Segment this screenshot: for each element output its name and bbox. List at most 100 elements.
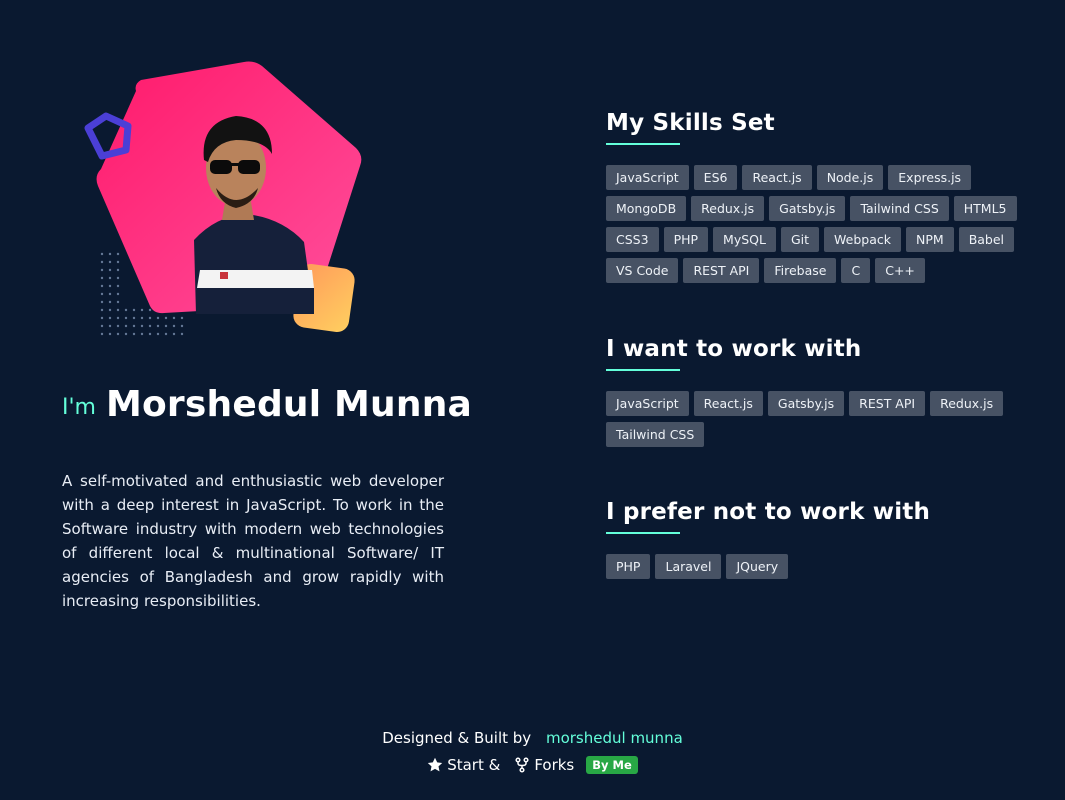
dot-mark	[100, 276, 104, 280]
dot-mark	[148, 316, 152, 320]
dot-mark	[100, 268, 104, 272]
dot-mark	[116, 308, 120, 312]
dot-mark	[116, 268, 120, 272]
dot-mark	[156, 324, 160, 328]
dot-mark	[172, 316, 176, 320]
dot-mark	[116, 284, 120, 288]
skill-tag: REST API	[849, 391, 926, 416]
skill-tag: MongoDB	[606, 196, 687, 221]
dot-mark	[124, 324, 128, 328]
dot-mark	[108, 252, 112, 256]
dot-mark	[116, 332, 120, 336]
dot-mark	[132, 308, 136, 312]
dot-mark	[116, 324, 120, 328]
title-underline	[606, 143, 680, 145]
dot-mark	[148, 332, 152, 336]
dot-mark	[108, 284, 112, 288]
dot-mark	[100, 332, 104, 336]
dot-mark	[116, 252, 120, 256]
dot-mark	[172, 324, 176, 328]
dot-mark	[132, 324, 136, 328]
skill-tag: JavaScript	[606, 391, 689, 416]
author-link[interactable]: morshedul munna	[546, 729, 683, 747]
dot-mark	[124, 316, 128, 320]
dot-mark	[132, 332, 136, 336]
skill-tag: Node.js	[816, 165, 884, 190]
dot-mark	[124, 308, 128, 312]
want-tag-list: JavaScript React.js Gatsby.js REST API Redux…	[606, 391, 1026, 447]
skill-tag: ES6	[693, 165, 738, 190]
dot-mark	[140, 332, 144, 336]
dot-mark	[108, 268, 112, 272]
star-icon	[427, 757, 443, 773]
dot-mark	[148, 308, 152, 312]
skill-tag: PHP	[663, 227, 709, 252]
skill-tag: PHP	[606, 554, 651, 579]
dot-mark	[108, 276, 112, 280]
dot-mark	[108, 300, 112, 304]
dot-mark	[180, 332, 184, 336]
credit-prefix: Designed & Built by	[382, 729, 532, 747]
skill-tag: JQuery	[726, 554, 789, 579]
skill-tag: C++	[875, 258, 925, 283]
star-label[interactable]: Start &	[447, 754, 500, 776]
want-to-work-section: I want to work with JavaScript React.js Ga…	[606, 334, 1026, 447]
dot-mark	[116, 300, 120, 304]
skill-tag: CSS3	[606, 227, 659, 252]
skill-tag: Webpack	[824, 227, 901, 252]
greeting-text: I'm	[62, 395, 96, 420]
prefer-not-section: I prefer not to work with PHP Laravel JQue…	[606, 497, 1026, 579]
skill-tag: JavaScript	[606, 165, 689, 190]
skill-tag: HTML5	[953, 196, 1017, 221]
footer-credit: Designed & Built by morshedul munna	[0, 727, 1065, 749]
dot-mark	[116, 276, 120, 280]
skills-tag-list: JavaScript ES6 React.js Node.js Express.js Mo…	[606, 165, 1026, 283]
skill-tag: Redux.js	[930, 391, 1004, 416]
skill-tag: Laravel	[655, 554, 722, 579]
skill-tag: REST API	[683, 258, 760, 283]
dot-mark	[100, 252, 104, 256]
hero-bio: A self-motivated and enthusiastic web de…	[62, 472, 444, 610]
dot-mark	[116, 316, 120, 320]
dot-mark	[156, 316, 160, 320]
skill-tag: NPM	[906, 227, 954, 252]
fork-icon	[514, 757, 530, 773]
dot-mark	[156, 332, 160, 336]
skill-tag: Tailwind CSS	[606, 422, 705, 447]
skill-tag: Gatsby.js	[769, 196, 846, 221]
dot-mark	[100, 260, 104, 264]
dot-mark	[180, 324, 184, 328]
skill-tag: React.js	[693, 391, 763, 416]
dot-mark	[140, 308, 144, 312]
dot-mark	[140, 324, 144, 328]
skill-tag: Express.js	[888, 165, 972, 190]
dot-mark	[100, 292, 104, 296]
dot-mark	[164, 332, 168, 336]
hero-heading: I'm Morshedul Munna	[62, 384, 472, 425]
section-title: I prefer not to work with	[606, 499, 931, 525]
skill-tag: C	[841, 258, 871, 283]
dot-mark	[108, 324, 112, 328]
dot-mark	[124, 332, 128, 336]
skill-tag: VS Code	[606, 258, 679, 283]
skill-tag: Redux.js	[691, 196, 765, 221]
footer: Designed & Built by morshedul munna Star…	[0, 727, 1065, 776]
dot-mark	[108, 292, 112, 296]
skill-tag: React.js	[742, 165, 812, 190]
dot-mark	[140, 316, 144, 320]
dot-mark	[100, 284, 104, 288]
dot-mark	[132, 316, 136, 320]
dot-mark	[164, 316, 168, 320]
dot-mark	[100, 316, 104, 320]
title-underline	[606, 532, 680, 534]
github-stats: Start & Forks By Me	[0, 754, 1065, 776]
forks-label[interactable]: Forks	[534, 754, 574, 776]
dot-mark	[116, 292, 120, 296]
by-me-badge: By Me	[586, 756, 638, 774]
dot-mark	[116, 260, 120, 264]
hero-name: Morshedul Munna	[105, 384, 473, 425]
skill-tag: Git	[780, 227, 820, 252]
dot-mark	[108, 260, 112, 264]
skill-tag: Tailwind CSS	[850, 196, 949, 221]
avoid-tag-list: PHP Laravel JQuery	[606, 554, 1026, 579]
